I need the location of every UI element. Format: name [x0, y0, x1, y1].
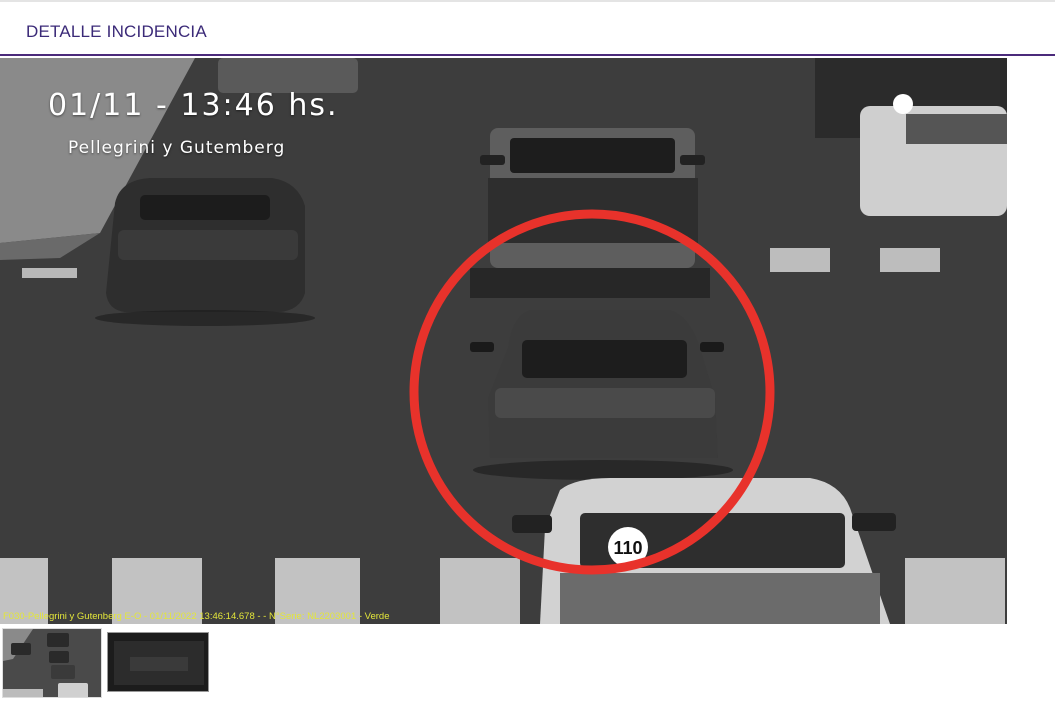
overlay-datetime: 01/11 - 13:46 hs.	[48, 88, 339, 123]
photo-caption: F030-Pellegrini y Gutenberg E-O - 01/11/…	[3, 611, 390, 622]
road-marking	[770, 248, 830, 272]
crosswalk-stripe	[440, 558, 520, 624]
speed-sign-value: 110	[613, 538, 642, 558]
road-marking	[880, 248, 940, 272]
car	[95, 178, 315, 326]
incident-photo: 110 01/11 - 13:46 hs. Pellegrini y Gutem…	[0, 58, 1007, 624]
thumbnail-scene-image	[3, 629, 101, 697]
overlay-location: Pellegrini y Gutemberg	[68, 138, 286, 158]
car	[860, 94, 1007, 216]
truck	[512, 478, 896, 624]
road-marking	[22, 268, 77, 278]
page-header: DETALLE INCIDENCIA	[0, 0, 1055, 56]
thumbnail-plate[interactable]	[107, 632, 209, 692]
thumbnail-plate-image	[108, 633, 208, 691]
crosswalk-stripe	[905, 558, 1005, 624]
thumbnail-scene[interactable]	[2, 628, 102, 698]
page-title: DETALLE INCIDENCIA	[26, 22, 207, 41]
